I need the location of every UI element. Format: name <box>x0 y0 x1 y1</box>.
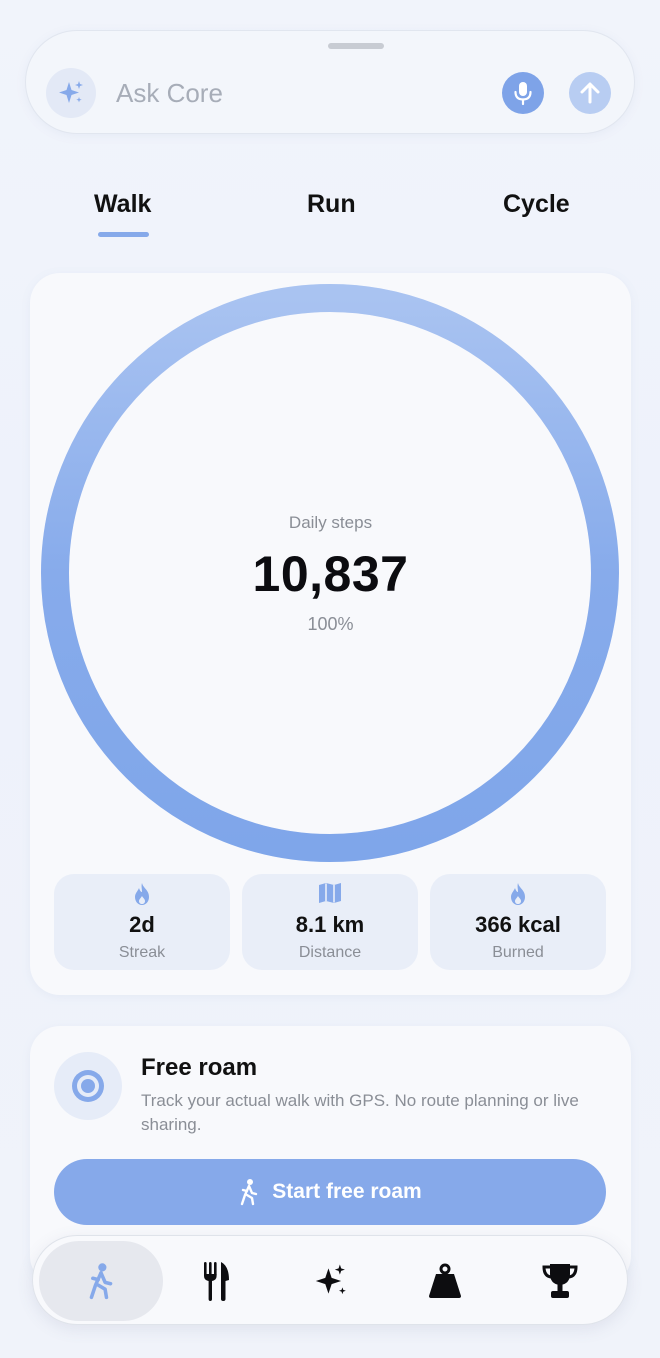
send-button[interactable] <box>569 72 611 114</box>
free-roam-description: Track your actual walk with GPS. No rout… <box>141 1091 579 1134</box>
map-icon <box>319 883 341 903</box>
nav-walk[interactable] <box>39 1241 163 1321</box>
ask-bar[interactable]: Ask Core <box>25 30 635 134</box>
flame-icon <box>511 883 525 905</box>
stat-streak[interactable]: 2d Streak <box>54 874 230 970</box>
microphone-icon <box>514 82 532 106</box>
tab-cycle[interactable]: Cycle <box>503 190 570 219</box>
daily-steps-value: 10,837 <box>252 546 409 602</box>
stat-value: 2d <box>129 912 155 937</box>
stat-burned[interactable]: 366 kcal Burned <box>430 874 606 970</box>
stat-label: Streak <box>118 944 166 961</box>
nav-ai[interactable] <box>269 1241 393 1321</box>
bottom-nav <box>32 1235 628 1325</box>
stat-label: Burned <box>492 944 544 961</box>
fork-knife-icon <box>204 1262 229 1301</box>
ask-input[interactable]: Ask Core <box>116 78 223 109</box>
start-free-roam-label: Start free roam <box>272 1180 422 1203</box>
walk-icon <box>89 1263 113 1300</box>
ai-sparkle-button[interactable] <box>46 68 96 118</box>
weight-icon <box>429 1263 461 1298</box>
nav-food[interactable] <box>154 1241 278 1321</box>
start-free-roam-button[interactable]: Start free roam <box>54 1159 606 1225</box>
activity-tabs: Walk Run Cycle <box>0 190 660 240</box>
sparkles-icon <box>315 1264 346 1295</box>
stat-value: 8.1 km <box>295 912 365 937</box>
walk-icon <box>241 1179 258 1206</box>
tab-walk[interactable]: Walk <box>94 190 151 219</box>
sparkles-icon <box>59 81 83 103</box>
nav-trophy[interactable] <box>498 1241 622 1321</box>
sheet-grabber[interactable] <box>328 43 384 49</box>
location-target-icon <box>72 1070 104 1102</box>
stat-value: 366 kcal <box>475 912 561 937</box>
stat-distance[interactable]: 8.1 km Distance <box>242 874 418 970</box>
nav-weight[interactable] <box>383 1241 507 1321</box>
active-tab-indicator <box>98 232 149 237</box>
microphone-button[interactable] <box>502 72 544 114</box>
stat-label: Distance <box>298 944 362 961</box>
tab-run[interactable]: Run <box>307 190 356 219</box>
free-roam-title: Free roam <box>141 1054 258 1081</box>
app-screen: Ask Core Walk Run Cycle Daily steps 10,8… <box>0 0 660 1358</box>
flame-icon <box>135 883 149 905</box>
ring-center: Daily steps 10,837 100% <box>30 273 631 873</box>
daily-steps-label: Daily steps <box>288 513 373 532</box>
daily-steps-card: Daily steps 10,837 100% 2d Streak 8.1 km… <box>30 273 631 995</box>
free-roam-icon-badge <box>54 1052 122 1120</box>
trophy-icon <box>542 1264 578 1298</box>
arrow-up-icon <box>580 82 600 104</box>
daily-steps-percent: 100% <box>307 614 354 634</box>
